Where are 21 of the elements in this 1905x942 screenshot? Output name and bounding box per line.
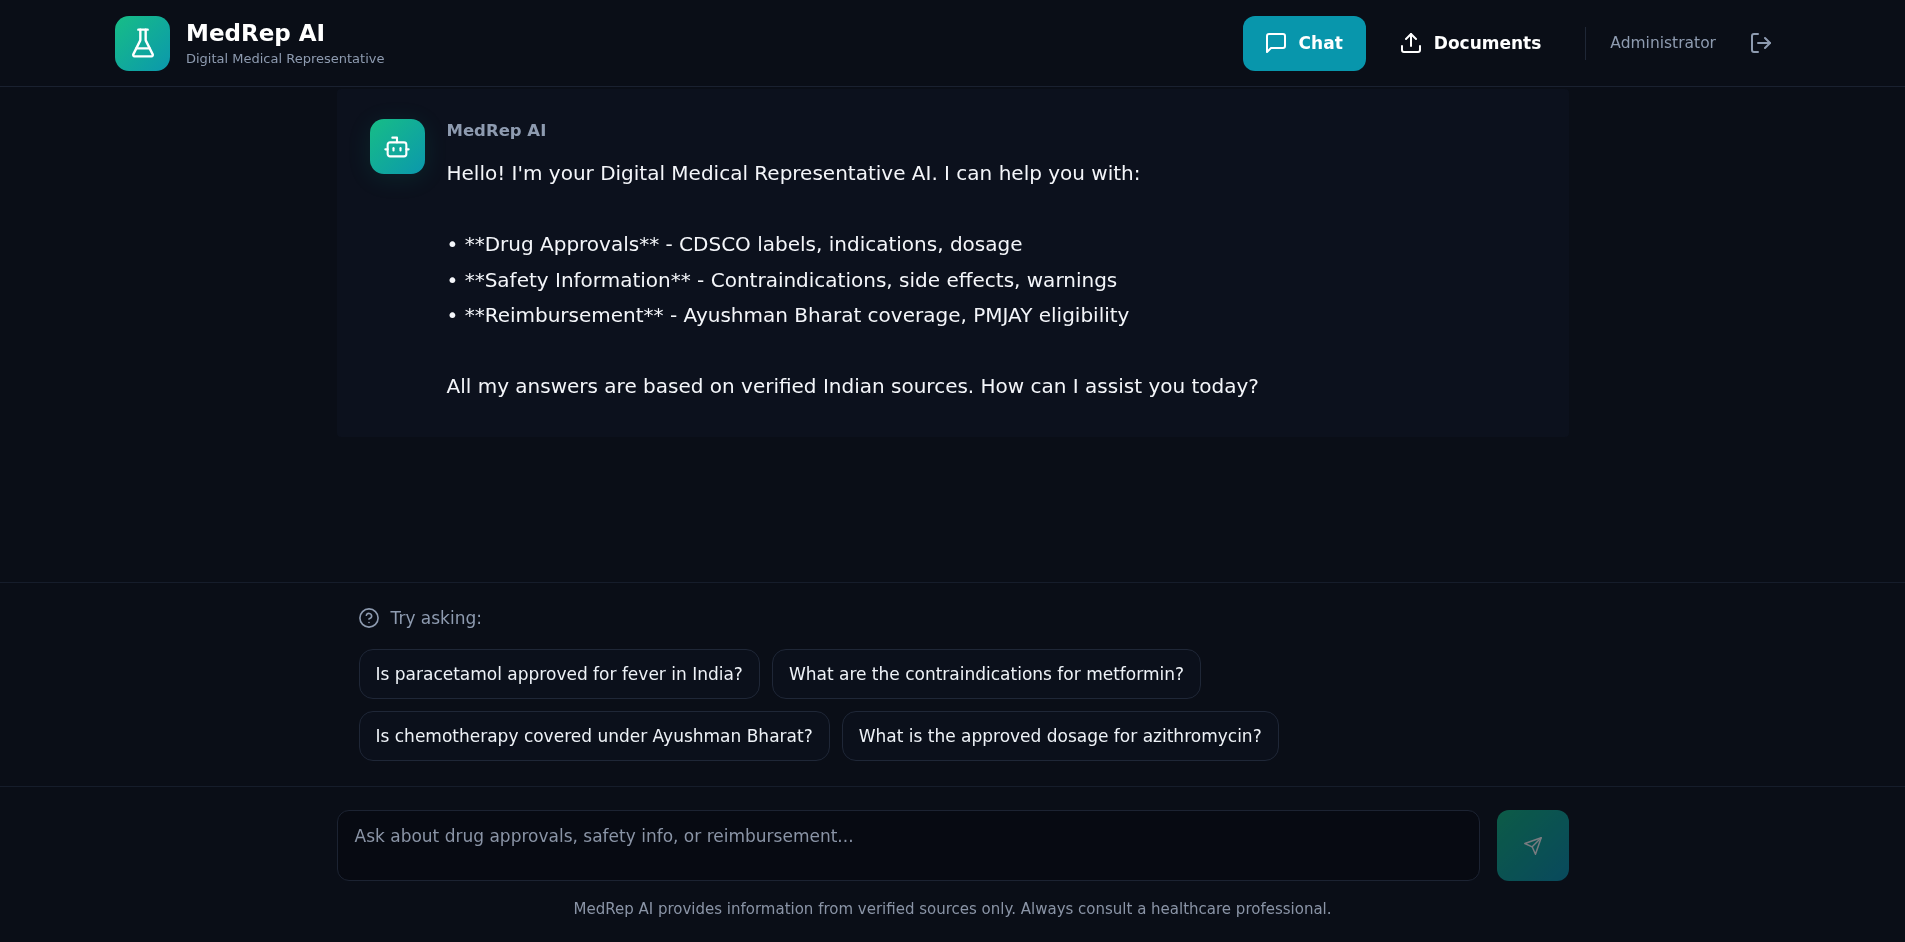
suggestion-chip[interactable]: Is paracetamol approved for fever in India? — [358, 649, 760, 699]
nav-tab[interactable]: Chat — [1242, 15, 1366, 71]
upload-icon — [1400, 33, 1421, 53]
sender-name: MedRep AI — [446, 120, 547, 142]
message-input[interactable]: Ask about drug approvals, safety info, or reimbursement... — [336, 810, 1480, 881]
flask-icon — [115, 15, 170, 71]
app-title: MedRep AI — [186, 19, 327, 48]
suggestions-title: Try asking: — [390, 607, 482, 630]
suggestion-chip[interactable]: What is the approved dosage for azithromycin? — [841, 711, 1279, 761]
help-icon — [358, 608, 379, 628]
nav-tab[interactable]: Documents — [1377, 15, 1565, 71]
disclaimer-text: MedRep AI provides information from verified sources only. Always consult a healthcare professional. — [573, 900, 1332, 918]
send-icon — [1523, 836, 1542, 855]
app-subtitle: Digital Medical Representative — [186, 50, 385, 67]
message-text: Hello! I'm your Digital Medical Representative AI. I can help you with: • **Drug Approvals** - CDSCO labels, indications, dosage • **Safety Information** - Contraindications, side effects, warnings • **Reimbursement** - Ayushman Bharat coverage, PMJAY eligibility All my answers are based on verified Indian sources. How can I assist you today? — [446, 160, 1259, 400]
robot-icon — [369, 119, 425, 174]
chat-icon — [1265, 33, 1286, 53]
logout-icon — [1751, 33, 1771, 53]
suggestion-chip[interactable]: What are the contraindications for metformin? — [771, 649, 1201, 699]
user-name: Administrator — [1610, 34, 1716, 52]
suggestion-chip[interactable]: Is chemotherapy covered under Ayushman Bharat? — [358, 711, 830, 761]
